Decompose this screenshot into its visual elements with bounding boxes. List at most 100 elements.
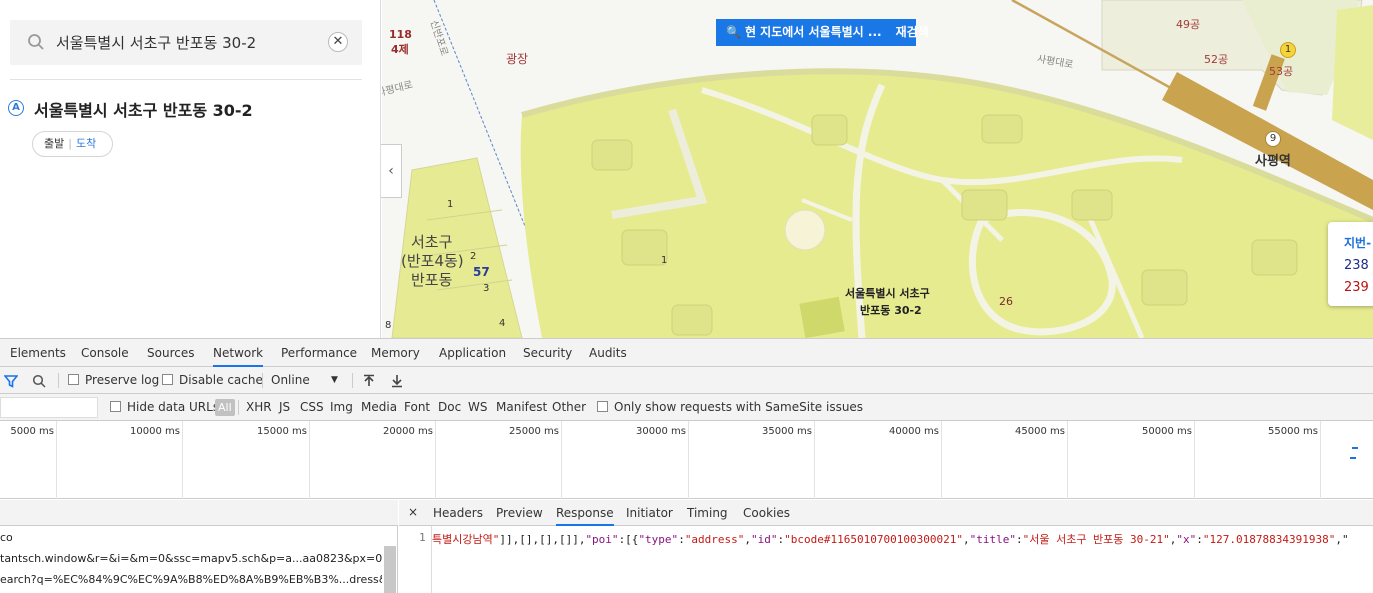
filter-input[interactable]: [0, 397, 98, 418]
request-list: co tantsch.window&r=&i=&m=0&ssc=mapv5.sc…: [0, 500, 398, 593]
code-punct: ]],[],[],[]],: [499, 533, 586, 546]
search-icon: [28, 34, 44, 50]
filter-xhr[interactable]: XHR: [246, 394, 272, 421]
checkbox-icon: [68, 374, 79, 385]
filter-all-button[interactable]: All: [215, 399, 235, 416]
filter-manifest[interactable]: Manifest: [496, 394, 547, 421]
tab-elements[interactable]: Elements: [10, 339, 66, 367]
tab-timing[interactable]: Timing: [687, 500, 728, 526]
toolbar-divider: [58, 373, 59, 388]
route-buttons: 출발 | 도착: [32, 131, 113, 157]
map-label-district-1: 서초구: [411, 233, 453, 251]
timeline-gridline: [1320, 421, 1321, 499]
code-string: 특별시강남역": [432, 533, 500, 546]
samesite-label: Only show requests with SameSite issues: [614, 400, 864, 414]
code-string: "bcode#1165010700100300021": [784, 533, 963, 546]
request-list-header: [0, 500, 398, 526]
timeline-gridline: [435, 421, 436, 499]
network-toolbar: Preserve log Disable cache Online ▼: [0, 367, 1373, 394]
checkbox-icon: [110, 401, 121, 412]
close-detail-button[interactable]: ×: [408, 505, 418, 519]
request-list-scrollbar[interactable]: [384, 546, 396, 593]
timeline-gridline: [1194, 421, 1195, 499]
filter-js[interactable]: JS: [279, 394, 290, 421]
tab-memory[interactable]: Memory: [371, 339, 420, 367]
checkbox-icon: [597, 401, 608, 412]
request-detail-panel: × Headers Preview Response Initiator Tim…: [399, 500, 1373, 593]
tab-application[interactable]: Application: [439, 339, 506, 367]
code-punct: :: [1015, 533, 1023, 546]
route-separator: |: [68, 137, 72, 150]
throttle-dropdown-icon[interactable]: ▼: [331, 367, 338, 394]
subway-line1-icon: 1: [1280, 42, 1296, 58]
route-end-button[interactable]: 도착: [76, 137, 96, 150]
map-label-num-3: 3: [483, 283, 490, 294]
timeline-request-mark: [1352, 447, 1358, 449]
timeline-gridline: [688, 421, 689, 499]
request-row[interactable]: co: [0, 527, 382, 548]
throttle-select[interactable]: Online: [271, 367, 310, 394]
tab-initiator[interactable]: Initiator: [626, 500, 673, 526]
tab-security[interactable]: Security: [523, 339, 572, 367]
preserve-log-checkbox[interactable]: Preserve log: [68, 367, 159, 394]
tab-network[interactable]: Network: [213, 339, 264, 367]
research-in-map-button[interactable]: 🔍 현 지도에서 서울특별시 ... 재검색: [716, 19, 929, 46]
filter-doc[interactable]: Doc: [438, 394, 461, 421]
collapse-panel-button[interactable]: ‹: [381, 144, 402, 198]
filter-other[interactable]: Other: [552, 394, 586, 421]
timeline-tick-label: 40000 ms: [889, 426, 939, 437]
network-overview-timeline[interactable]: 5000 ms 10000 ms 15000 ms 20000 ms 25000…: [0, 421, 1373, 499]
code-punct: ,": [1335, 533, 1349, 546]
timeline-tick-label: 25000 ms: [509, 426, 559, 437]
map-pin-label-2[interactable]: 반포동 30-2: [860, 302, 922, 318]
tab-performance[interactable]: Performance: [281, 339, 357, 367]
tab-audits[interactable]: Audits: [589, 339, 627, 367]
filter-media[interactable]: Media: [361, 394, 397, 421]
route-start-button[interactable]: 출발: [44, 137, 64, 150]
search-icon[interactable]: [32, 374, 46, 388]
devtools-tabbar: Elements Console Sources Network Perform…: [0, 339, 1373, 367]
export-har-icon[interactable]: [391, 374, 403, 388]
map-pin-label-1[interactable]: 서울특별시 서초구: [845, 285, 930, 301]
map-label-station: 사평역: [1255, 154, 1291, 169]
search-field[interactable]: 서울특별시 서초구 반포동 30-2 ✕: [10, 20, 362, 65]
timeline-gridline: [941, 421, 942, 499]
filter-icon[interactable]: [4, 374, 18, 388]
detail-tabbar: × Headers Preview Response Initiator Tim…: [399, 500, 1373, 526]
hide-data-urls-checkbox[interactable]: Hide data URLs: [110, 394, 219, 421]
map-label-num-57: 57: [473, 265, 490, 279]
divider: [10, 79, 362, 80]
tab-response[interactable]: Response: [556, 500, 614, 526]
code-string: "127.01878834391938": [1202, 533, 1336, 546]
code-punct: :: [678, 533, 685, 546]
timeline-gridline: [561, 421, 562, 499]
map-label-num-4: 4: [499, 318, 506, 329]
result-title[interactable]: 서울특별시 서초구 반포동 30-2: [34, 97, 253, 121]
code-key: "poi": [585, 533, 619, 546]
filter-css[interactable]: CSS: [300, 394, 324, 421]
toolbar-divider: [262, 373, 263, 388]
request-row[interactable]: tantsch.window&r=&i=&m=0&ssc=mapv5.sch&p…: [0, 548, 382, 569]
map-view[interactable]: 118 4제 광장 사평대로 신반포로 사평대로 49공 52공 53공 1 9…: [382, 0, 1373, 338]
info-card[interactable]: 지번- 238 239: [1328, 222, 1373, 306]
tab-preview[interactable]: Preview: [496, 500, 543, 526]
samesite-checkbox[interactable]: Only show requests with SameSite issues: [597, 394, 863, 421]
search-input[interactable]: 서울특별시 서초구 반포동 30-2: [56, 32, 256, 53]
response-code-line[interactable]: 특별시강남역"]],[],[],[]],"poi":[{"type":"addr…: [432, 531, 1349, 547]
filter-font[interactable]: Font: [404, 394, 430, 421]
clear-search-button[interactable]: ✕: [328, 32, 348, 52]
timeline-gridline: [1067, 421, 1068, 499]
request-row[interactable]: earch?q=%EC%84%9C%EC%9A%B8%ED%8A%B9%EB%B…: [0, 569, 382, 590]
tab-cookies[interactable]: Cookies: [743, 500, 790, 526]
tab-headers[interactable]: Headers: [433, 500, 483, 526]
subway-line9-icon: 9: [1265, 131, 1281, 147]
hide-data-urls-label: Hide data URLs: [127, 400, 220, 414]
code-string: "address": [684, 533, 745, 546]
tab-sources[interactable]: Sources: [147, 339, 194, 367]
import-har-icon[interactable]: [363, 374, 375, 388]
tab-console[interactable]: Console: [81, 339, 129, 367]
disable-cache-checkbox[interactable]: Disable cache: [162, 367, 263, 394]
checkbox-icon: [162, 374, 173, 385]
filter-ws[interactable]: WS: [468, 394, 487, 421]
filter-img[interactable]: Img: [330, 394, 353, 421]
